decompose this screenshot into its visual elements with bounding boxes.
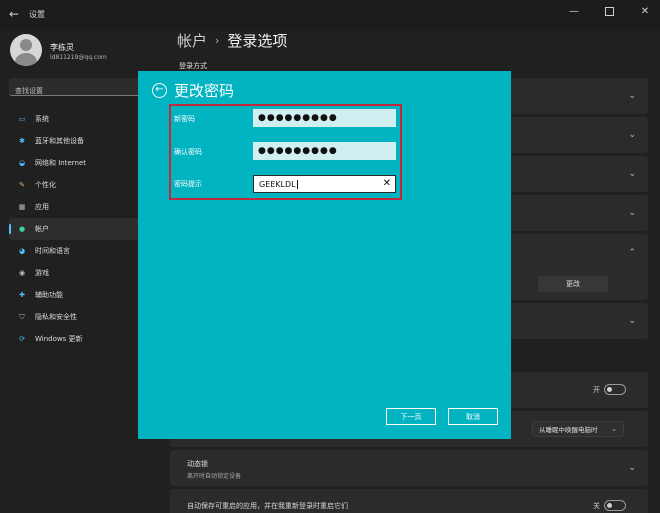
sidebar-item-personalization[interactable]: ✎ 个性化	[9, 174, 151, 196]
chevron-down-icon: ⌄	[628, 130, 636, 140]
chevron-up-icon: ⌃	[628, 248, 636, 258]
sidebar-item-accessibility[interactable]: ✚ 辅助功能	[9, 284, 151, 306]
dynamic-lock-subtitle: 离开时自动锁定设备	[187, 473, 242, 480]
update-icon: ⟳	[19, 335, 25, 343]
sidebar-item-label: 辅助功能	[35, 291, 63, 299]
sidebar-item-label: 网络和 Internet	[35, 159, 87, 167]
sidebar-item-bluetooth[interactable]: ✱ 蓝牙和其他设备	[9, 130, 151, 152]
accessibility-icon: ✚	[19, 291, 25, 299]
toggle-switch[interactable]	[604, 500, 626, 511]
avatar-head-icon	[20, 39, 32, 51]
chevron-down-icon: ⌄	[628, 316, 636, 326]
password-hint-field[interactable]: GEEKLDL ✕	[253, 175, 396, 193]
cancel-button[interactable]: 取消	[448, 408, 498, 425]
change-password-dialog: ← 更改密码 新密码 ●●●●●●●●● 确认密码 ●●●●●●●●● 密码提示…	[138, 71, 511, 439]
password-hint-value: GEEKLDL	[259, 179, 296, 189]
sidebar-item-label: 隐私和安全性	[35, 313, 77, 321]
confirm-password-field[interactable]: ●●●●●●●●●	[253, 142, 396, 160]
restart-apps-row: 自动保存可重启的应用，并在我重新登录时重启它们 关	[170, 489, 648, 513]
section-label: 登录方式	[179, 62, 207, 70]
breadcrumb-parent[interactable]: 帐户	[177, 30, 207, 51]
sidebar-item-label: 蓝牙和其他设备	[35, 137, 84, 145]
toggle-state-label: 关	[593, 502, 600, 510]
dropdown-value: 从睡眠中唤醒电脑时	[539, 426, 598, 434]
new-password-field[interactable]: ●●●●●●●●●	[253, 109, 396, 127]
user-name: 李栋灵	[50, 43, 74, 52]
toggle-state-label: 开	[593, 386, 600, 394]
person-icon: ●	[18, 225, 26, 233]
sidebar-item-label: 帐户	[35, 225, 49, 233]
chevron-down-icon: ⌄	[628, 169, 636, 179]
new-password-label: 新密码	[174, 115, 195, 123]
maximize-icon[interactable]	[605, 7, 614, 16]
sidebar-item-label: 系统	[35, 115, 49, 123]
avatar[interactable]	[10, 34, 42, 66]
sidebar-item-label: 时间和语言	[35, 247, 70, 255]
chevron-down-icon: ⌄	[611, 425, 617, 433]
confirm-password-label: 确认密码	[174, 148, 202, 156]
sidebar-item-label: 应用	[35, 203, 49, 211]
user-email: ld811219@qq.com	[50, 54, 107, 61]
sidebar-item-apps[interactable]: ▦ 应用	[9, 196, 151, 218]
toggle-switch[interactable]	[604, 384, 626, 395]
monitor-icon: ▭	[18, 115, 26, 123]
shield-icon: ⛉	[19, 312, 25, 321]
title-bar: ← 设置 — ✕	[0, 0, 660, 30]
require-signin-dropdown[interactable]: 从睡眠中唤醒电脑时 ⌄	[532, 421, 624, 437]
chevron-down-icon: ⌄	[628, 91, 636, 101]
page-title: 登录选项	[227, 32, 288, 50]
change-password-button[interactable]: 更改	[538, 276, 608, 292]
text-caret	[296, 179, 298, 189]
dialog-title: 更改密码	[174, 82, 235, 100]
dynamic-lock-row[interactable]: 动态锁 离开时自动锁定设备 ⌄	[170, 450, 648, 486]
search-input[interactable]	[9, 82, 151, 100]
gamepad-icon: ◉	[18, 269, 26, 277]
next-button[interactable]: 下一页	[386, 408, 436, 425]
sidebar-item-label: 游戏	[35, 269, 49, 277]
sidebar-item-network[interactable]: ◒ 网络和 Internet	[9, 152, 151, 174]
minimize-icon[interactable]: —	[567, 5, 581, 19]
sidebar-item-label: 个性化	[35, 181, 56, 189]
back-arrow-icon[interactable]: ←	[9, 7, 19, 21]
password-hint-label: 密码提示	[174, 180, 202, 188]
clear-icon[interactable]: ✕	[383, 178, 391, 189]
sidebar-item-gaming[interactable]: ◉ 游戏	[9, 262, 151, 284]
close-icon[interactable]: ✕	[638, 5, 652, 19]
sidebar-item-system[interactable]: ▭ 系统	[9, 108, 151, 130]
app-title: 设置	[29, 10, 45, 19]
chevron-down-icon: ⌄	[628, 463, 636, 473]
dynamic-lock-title: 动态锁	[187, 460, 208, 468]
sidebar-item-windows-update[interactable]: ⟳ Windows 更新	[9, 328, 151, 350]
sidebar-item-accounts[interactable]: ● 帐户	[9, 218, 151, 240]
window-controls: — ✕	[567, 5, 652, 19]
back-circle-icon[interactable]: ←	[152, 83, 167, 98]
wifi-icon: ◒	[18, 159, 26, 167]
chevron-down-icon: ⌄	[628, 208, 636, 218]
brush-icon: ✎	[19, 181, 25, 189]
avatar-body-icon	[15, 53, 37, 66]
globe-clock-icon: ◕	[18, 247, 26, 255]
sidebar: 李栋灵 ld811219@qq.com ▭ 系统 ✱ 蓝牙和其他设备 ◒ 网络和…	[0, 30, 152, 513]
nav-list: ▭ 系统 ✱ 蓝牙和其他设备 ◒ 网络和 Internet ✎ 个性化 ▦ 应用…	[9, 108, 151, 350]
sidebar-item-time-language[interactable]: ◕ 时间和语言	[9, 240, 151, 262]
sidebar-item-privacy[interactable]: ⛉ 隐私和安全性	[9, 306, 151, 328]
bluetooth-icon: ✱	[19, 137, 25, 145]
apps-icon: ▦	[18, 203, 26, 211]
sidebar-item-label: Windows 更新	[35, 335, 83, 343]
breadcrumb-chevron-icon: ›	[215, 34, 220, 47]
breadcrumb: 帐户 › 登录选项	[177, 30, 287, 51]
restart-apps-label: 自动保存可重启的应用，并在我重新登录时重启它们	[187, 502, 348, 510]
search-box	[9, 78, 151, 100]
